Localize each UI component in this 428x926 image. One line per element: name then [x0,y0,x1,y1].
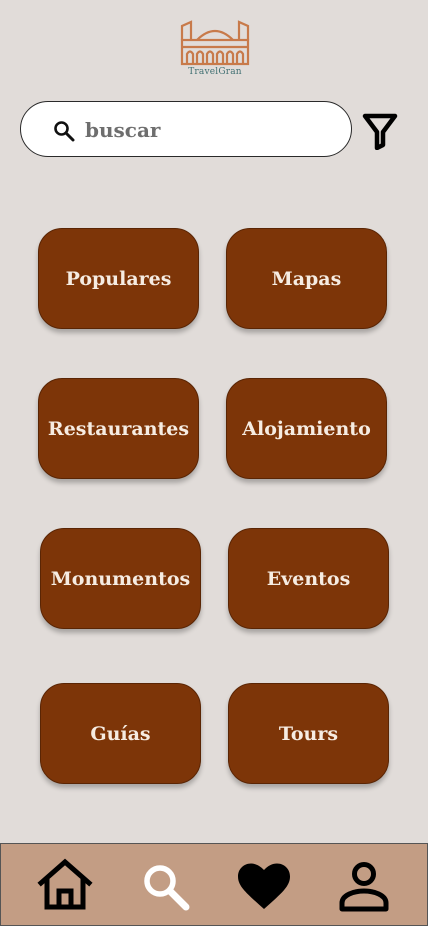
search-bar[interactable] [20,101,352,157]
category-populares-button[interactable]: Populares [38,228,199,329]
category-alojamiento-button[interactable]: Alojamiento [226,378,387,479]
category-label: Restaurantes [47,417,190,440]
filter-icon[interactable] [362,112,398,150]
person-icon[interactable] [338,861,390,913]
category-mapas-button[interactable]: Mapas [226,228,387,329]
heart-icon[interactable] [236,862,292,912]
category-label: Alojamiento [242,417,371,440]
logo-text: TravelGran [188,67,242,77]
bottom-nav-bar [0,843,428,926]
category-label: Populares [65,267,172,290]
search-input[interactable] [85,112,335,148]
category-label: Monumentos [50,567,191,590]
palace-logo-icon [180,20,250,66]
category-label: Mapas [271,267,342,290]
category-monumentos-button[interactable]: Monumentos [40,528,201,629]
category-guias-button[interactable]: Guías [40,683,201,784]
category-tours-button[interactable]: Tours [228,683,389,784]
home-icon[interactable] [35,857,95,911]
category-label: Eventos [266,567,351,590]
category-label: Guías [90,722,151,745]
explore-search-icon[interactable] [141,862,193,912]
search-icon [54,121,75,142]
category-eventos-button[interactable]: Eventos [228,528,389,629]
category-restaurantes-button[interactable]: Restaurantes [38,378,199,479]
category-label: Tours [278,722,339,745]
app-logo: TravelGran [179,18,251,80]
